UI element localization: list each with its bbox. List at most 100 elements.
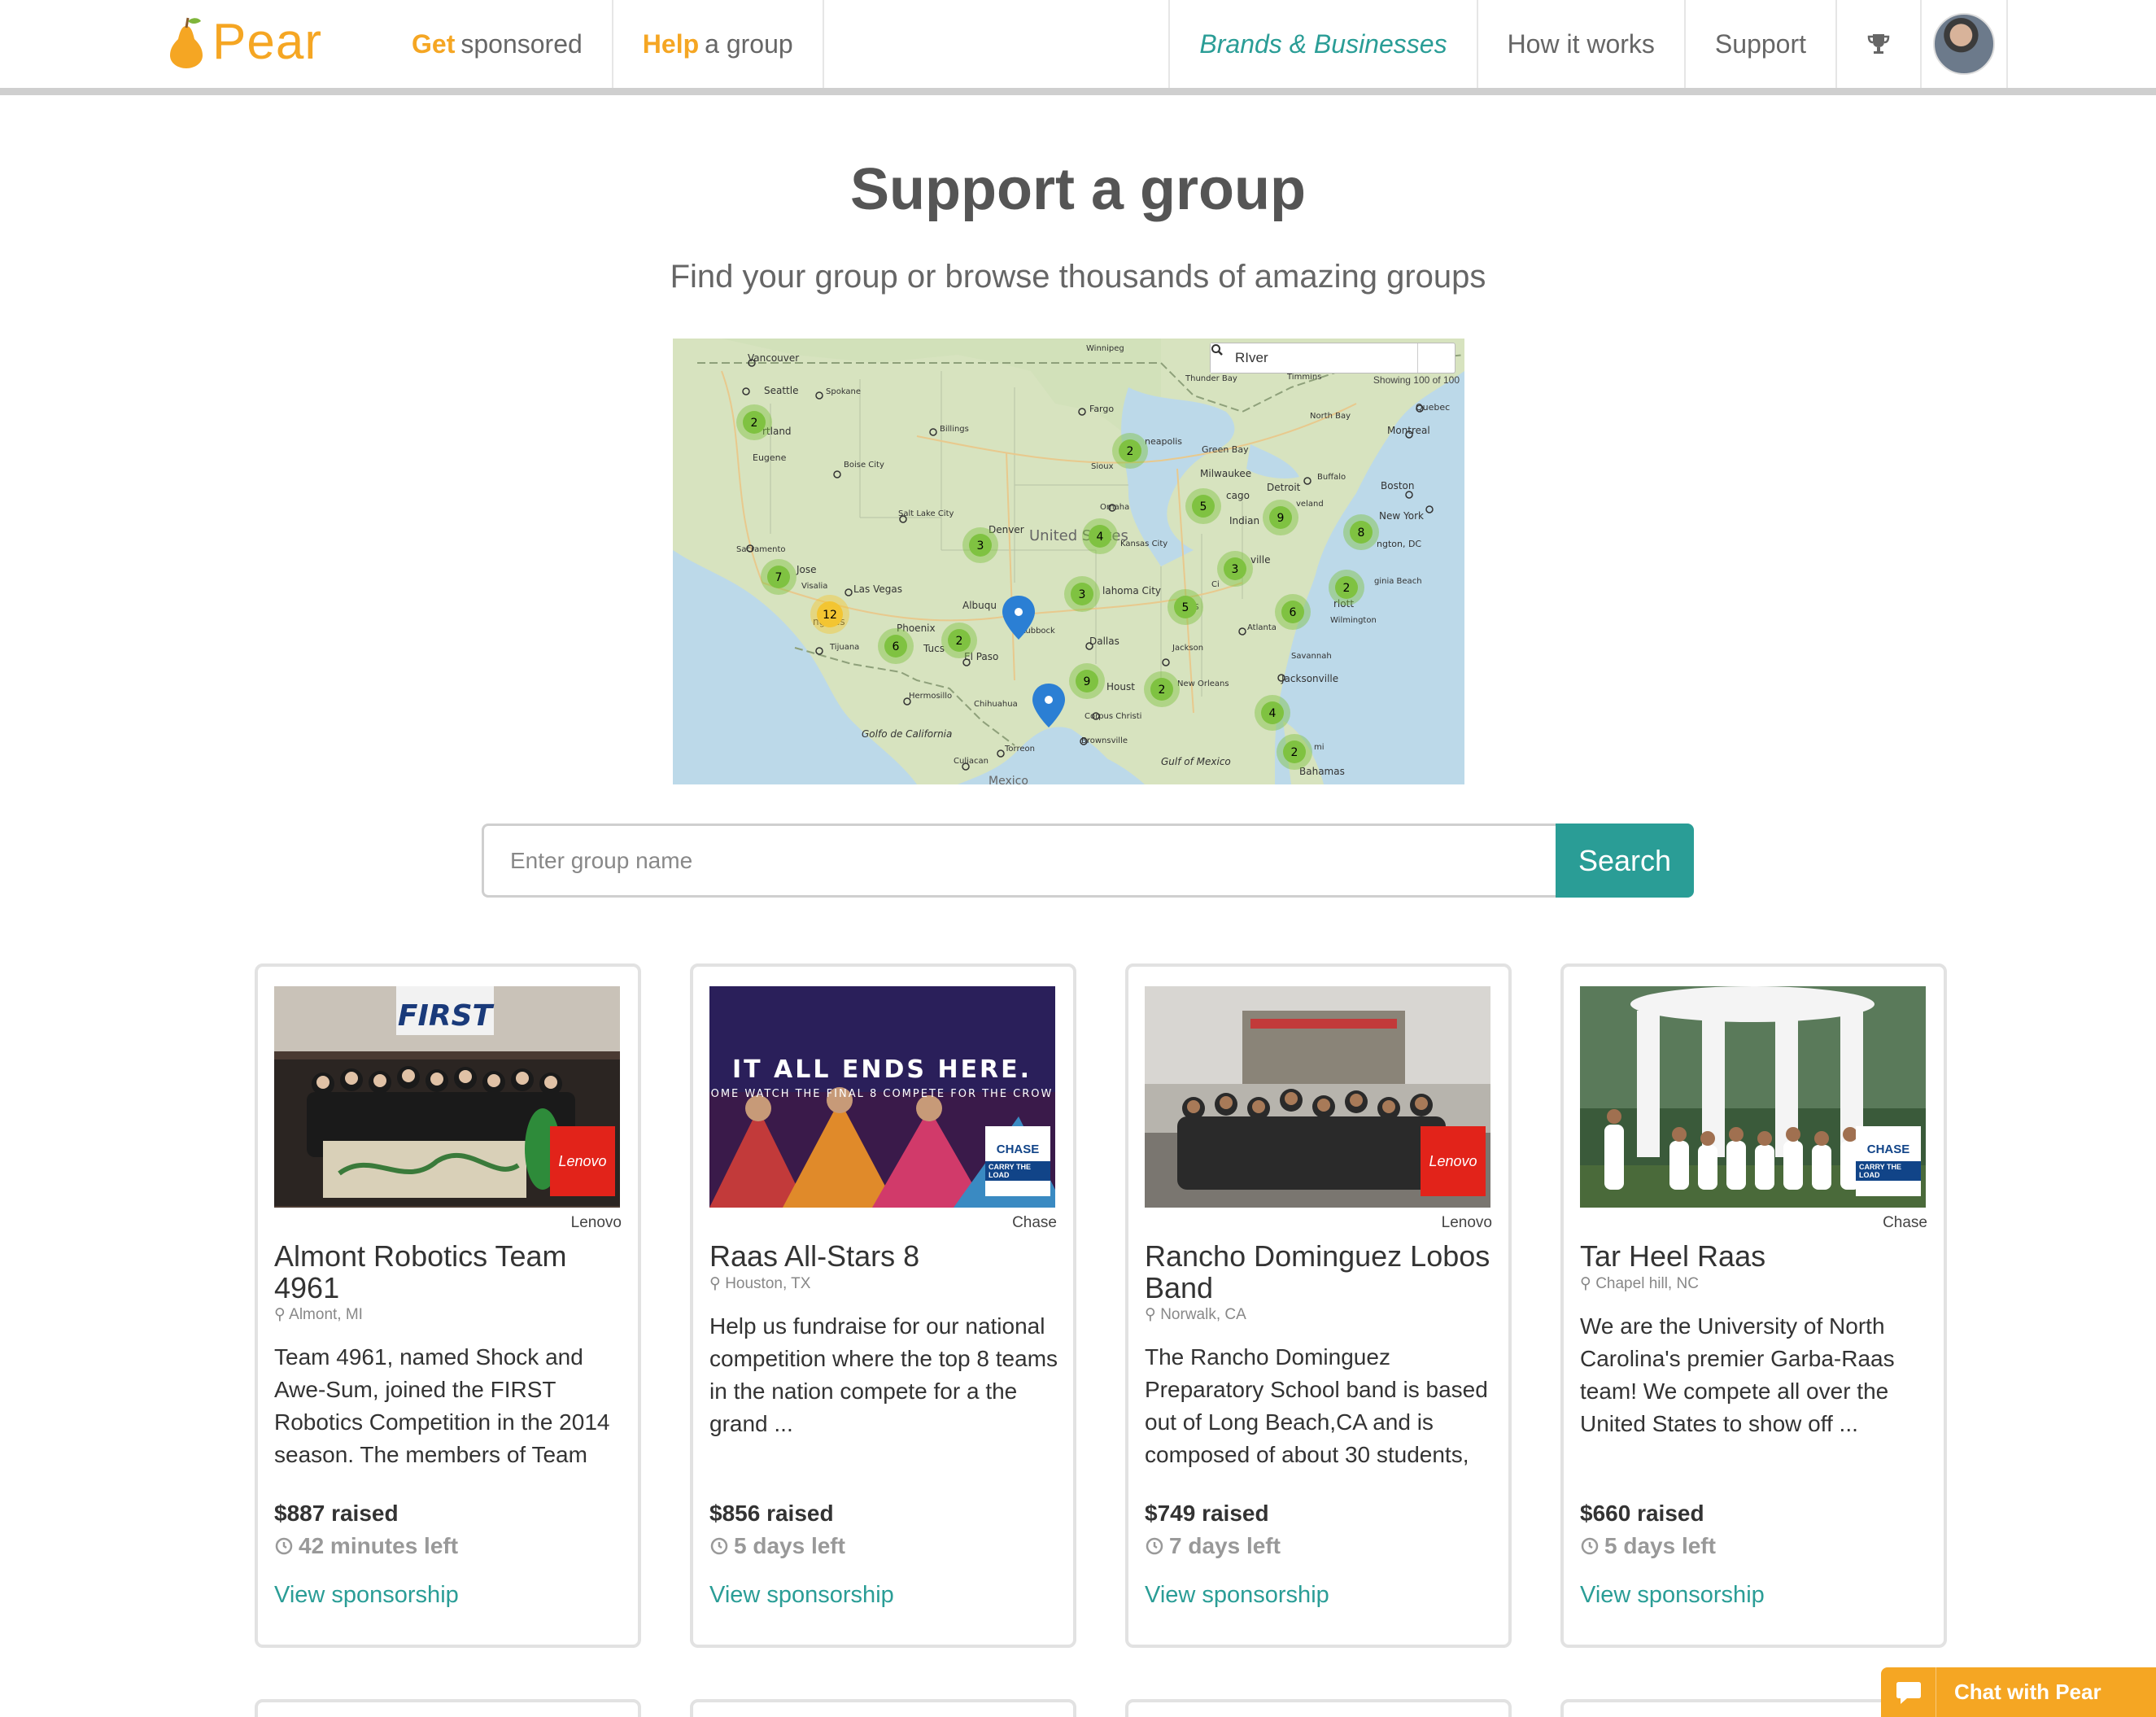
map-cluster[interactable]: 5 xyxy=(1167,589,1203,625)
nav-brands-label: Brands & Businesses xyxy=(1199,28,1447,59)
search-button[interactable]: Search xyxy=(1556,824,1694,898)
map-city-label: Brownsville xyxy=(1081,736,1128,745)
map-cluster[interactable]: 12 xyxy=(810,595,849,634)
map-cluster[interactable]: 9 xyxy=(1263,500,1298,535)
map-city-label: Buffalo xyxy=(1317,473,1346,482)
map-city-label: Chihuahua xyxy=(974,700,1018,709)
view-sponsorship-link[interactable]: View sponsorship xyxy=(1145,1582,1329,1609)
view-sponsorship-link[interactable]: View sponsorship xyxy=(274,1582,459,1609)
map-city-label: neapolis xyxy=(1145,436,1182,447)
map-canvas[interactable]: Vancouver Seattle Spokane rtland Eugene … xyxy=(673,339,1464,784)
svg-text:5: 5 xyxy=(1200,500,1207,513)
nav-support[interactable]: Support xyxy=(1683,0,1835,88)
sponsor-name: Chase xyxy=(1012,1214,1057,1231)
map-city-label: Sioux xyxy=(1091,462,1114,471)
map-cluster[interactable]: 2 xyxy=(1329,570,1364,605)
group-card[interactable] xyxy=(255,1699,641,1717)
group-image[interactable]: IT ALL ENDS HERE. OME WATCH THE FINAL 8 … xyxy=(709,986,1055,1208)
group-title[interactable]: Tar Heel Raas xyxy=(1580,1240,1930,1272)
svg-text:2: 2 xyxy=(956,635,963,648)
group-title[interactable]: Rancho Dominguez Lobos Band xyxy=(1145,1240,1495,1304)
map-cluster[interactable]: 2 xyxy=(1277,734,1312,770)
svg-text:5: 5 xyxy=(1182,601,1189,614)
group-card[interactable]: CHASE CARRY THE LOAD Chase Tar Heel Raas… xyxy=(1560,963,1947,1648)
group-card[interactable] xyxy=(1125,1699,1512,1717)
svg-text:12: 12 xyxy=(823,609,837,622)
groups-map[interactable]: Vancouver Seattle Spokane rtland Eugene … xyxy=(673,339,1464,784)
chat-button[interactable]: Chat with Pear xyxy=(1881,1667,2156,1717)
map-cluster[interactable]: 6 xyxy=(1275,594,1311,630)
map-city-label: Boston xyxy=(1381,480,1414,492)
group-image[interactable]: FIRST Lenovo xyxy=(274,986,620,1208)
map-city-label: Ci xyxy=(1211,580,1220,589)
map-cluster[interactable]: 5 xyxy=(1185,488,1221,524)
image-text: IT ALL ENDS HERE. xyxy=(732,1055,1032,1084)
svg-text:2: 2 xyxy=(1159,684,1166,697)
map-cluster[interactable]: 7 xyxy=(761,559,796,595)
map-cluster[interactable]: 2 xyxy=(1144,671,1180,707)
map-cluster[interactable]: 4 xyxy=(1255,695,1290,731)
group-location-text: Chapel hill, NC xyxy=(1595,1275,1699,1292)
map-city-label: Hermosillo xyxy=(909,692,952,701)
top-navbar: Pear Get sponsored Help a group Brands &… xyxy=(0,0,2156,95)
view-sponsorship-link[interactable]: View sponsorship xyxy=(1580,1582,1765,1609)
nav-trophy[interactable] xyxy=(1835,0,1920,88)
svg-text:9: 9 xyxy=(1084,675,1091,688)
map-city-label: Atlanta xyxy=(1247,623,1277,632)
group-card[interactable] xyxy=(690,1699,1076,1717)
map-cluster[interactable]: 3 xyxy=(1064,576,1100,612)
map-city-label: Kansas City xyxy=(1120,540,1167,548)
pear-logo[interactable]: Pear xyxy=(167,13,322,70)
trophy-icon xyxy=(1867,34,1890,54)
group-card[interactable]: FIRST Lenovo Lenovo Almont Robotics Team… xyxy=(255,963,641,1648)
nav-profile[interactable] xyxy=(1920,0,2008,88)
nav-how-it-works[interactable]: How it works xyxy=(1476,0,1684,88)
map-cluster[interactable]: 8 xyxy=(1343,514,1379,550)
group-image[interactable]: CHASE CARRY THE LOAD xyxy=(1580,986,1926,1208)
map-cluster[interactable]: 4 xyxy=(1082,518,1118,554)
page-subtitle: Find your group or browse thousands of a… xyxy=(670,259,1486,295)
nav-get-sponsored-accent: Get xyxy=(412,28,456,59)
group-title[interactable]: Almont Robotics Team 4961 xyxy=(274,1240,624,1304)
group-card[interactable]: IT ALL ENDS HERE. OME WATCH THE FINAL 8 … xyxy=(690,963,1076,1648)
nav-get-sponsored[interactable]: Get sponsored xyxy=(382,0,613,88)
group-title[interactable]: Raas All-Stars 8 xyxy=(709,1240,1059,1272)
svg-text:6: 6 xyxy=(893,640,900,653)
view-sponsorship-link[interactable]: View sponsorship xyxy=(709,1582,894,1609)
map-city-label: Milwaukee xyxy=(1200,468,1251,479)
time-left: 5 days left xyxy=(709,1533,845,1559)
map-cluster[interactable]: 2 xyxy=(941,623,977,658)
map-cluster[interactable]: 2 xyxy=(1112,433,1148,469)
pear-icon xyxy=(170,17,203,68)
map-city-label: Jose xyxy=(796,564,817,575)
group-name-input[interactable] xyxy=(482,824,1556,898)
map-city-label: Visalia xyxy=(801,582,827,591)
map-city-label: Timmins xyxy=(1286,373,1321,382)
sponsor-badge: Lenovo xyxy=(1421,1126,1486,1196)
group-image[interactable]: Lenovo xyxy=(1145,986,1490,1208)
map-cluster[interactable]: 6 xyxy=(878,628,914,664)
sponsor-name: Lenovo xyxy=(1441,1214,1492,1231)
map-search-button[interactable] xyxy=(1211,343,1455,373)
map-cluster[interactable]: 3 xyxy=(962,527,998,563)
map-city-label: Green Bay xyxy=(1202,444,1249,455)
svg-text:7: 7 xyxy=(775,571,783,584)
group-card[interactable]: Lenovo Lenovo Rancho Dominguez Lobos Ban… xyxy=(1125,963,1512,1648)
map-cluster[interactable]: 3 xyxy=(1217,551,1253,587)
map-search-input[interactable] xyxy=(1211,343,1417,373)
nav-brands-businesses[interactable]: Brands & Businesses xyxy=(1168,0,1476,88)
map-cluster[interactable]: 2 xyxy=(736,404,772,440)
map-city-label: Seattle xyxy=(764,385,798,396)
svg-text:2: 2 xyxy=(1343,582,1351,595)
map-city-label: Sacramento xyxy=(736,545,785,554)
amount-raised: $856 raised xyxy=(709,1501,834,1526)
svg-text:3: 3 xyxy=(1079,588,1086,601)
nav-help-group[interactable]: Help a group xyxy=(613,0,824,88)
svg-text:2: 2 xyxy=(1127,445,1134,458)
group-description: The Rancho Dominguez Preparatory School … xyxy=(1145,1344,1488,1467)
svg-text:8: 8 xyxy=(1358,526,1365,540)
brand-name: Pear xyxy=(212,13,322,70)
map-city-label: Las Vegas xyxy=(853,583,902,595)
group-search: Search xyxy=(482,824,1694,898)
map-cluster[interactable]: 9 xyxy=(1069,663,1105,699)
